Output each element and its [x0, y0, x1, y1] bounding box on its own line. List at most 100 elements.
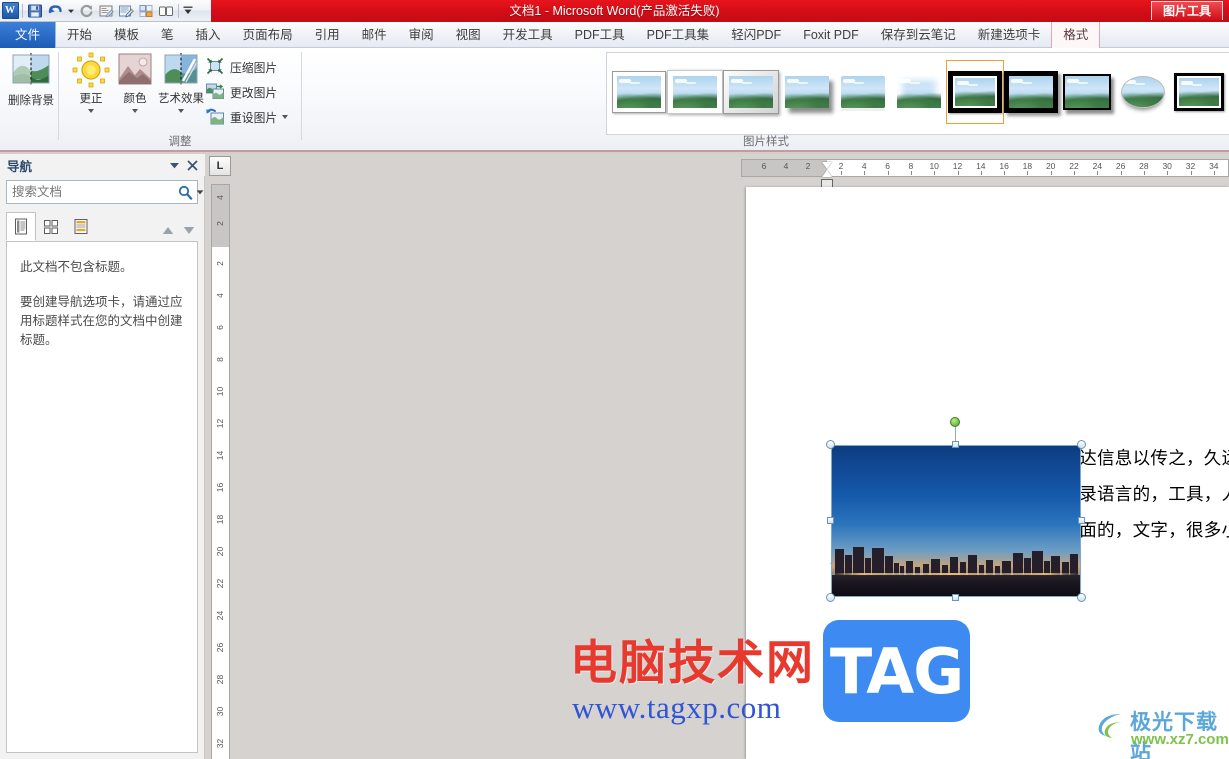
resize-handle-s[interactable] — [952, 594, 959, 601]
style-simple-frame-black[interactable] — [1059, 61, 1115, 123]
headings-tab[interactable] — [6, 212, 36, 241]
triangle-down-icon[interactable] — [183, 226, 195, 235]
thumbnail-image — [785, 76, 829, 108]
picture-styles-gallery[interactable] — [606, 52, 1229, 135]
ribbon-tab-6[interactable]: 引用 — [304, 22, 351, 48]
ribbon-tab-17[interactable]: 格式 — [1051, 22, 1101, 48]
resize-handle-n[interactable] — [952, 441, 959, 448]
ribbon-tab-0[interactable]: 文件 — [0, 22, 56, 48]
reset-picture-dropdown-icon[interactable] — [282, 115, 289, 119]
resize-handle-se[interactable] — [1077, 593, 1086, 602]
chevron-down-icon[interactable] — [165, 156, 183, 174]
style-simple-frame-white[interactable] — [611, 61, 667, 123]
vertical-ruler-tick: 32 — [215, 738, 225, 749]
vertical-ruler-tick: 10 — [215, 386, 225, 397]
thumbnail-image — [1121, 76, 1165, 108]
style-soft-edge-oval[interactable] — [891, 61, 947, 123]
change-picture-button[interactable]: 更改图片 — [206, 80, 277, 104]
edit-icon[interactable] — [116, 1, 136, 21]
undo-icon[interactable] — [45, 1, 65, 21]
style-thick-matte-black[interactable] — [1003, 61, 1059, 123]
ribbon-tab-9[interactable]: 视图 — [445, 22, 492, 48]
book-icon[interactable] — [156, 1, 176, 21]
color-dropdown-icon[interactable] — [132, 109, 138, 113]
artistic-effects-dropdown-icon[interactable] — [178, 109, 184, 113]
ribbon-tab-3[interactable]: 笔 — [150, 22, 185, 48]
vertical-ruler[interactable]: 4 2 2 4 6 8 10 12 14 16 18 20 22 24 26 28 30 32 — [211, 184, 230, 759]
horizontal-ruler[interactable]: 6 4 2 2 4 6 8 10 12 14 16 18 20 22 24 26 28 30 32 34 — [741, 159, 1229, 188]
thumbnail-image — [1177, 76, 1221, 108]
first-line-indent-marker[interactable] — [822, 162, 832, 169]
vertical-ruler-tick: 28 — [215, 674, 225, 685]
compress-pictures-button[interactable]: 压缩图片 — [206, 55, 277, 79]
style-drop-shadow-rectangle[interactable] — [779, 61, 835, 123]
style-double-frame-black[interactable] — [946, 60, 1004, 124]
ribbon-tab-4[interactable]: 插入 — [185, 22, 232, 48]
ribbon-tab-14[interactable]: Foxit PDF — [792, 22, 870, 48]
vertical-ruler-tick: 8 — [215, 357, 225, 362]
triangle-up-icon[interactable] — [162, 226, 174, 235]
remove-background-label: 删除背景 — [8, 95, 54, 107]
ribbon-tab-2[interactable]: 模板 — [103, 22, 150, 48]
resize-handle-w[interactable] — [827, 517, 834, 524]
word-logo-icon[interactable]: W — [0, 1, 20, 21]
horizontal-ruler-tick: 24 — [1092, 161, 1103, 171]
rotate-handle[interactable] — [950, 417, 960, 427]
style-bevel-rectangle[interactable] — [1115, 61, 1171, 123]
horizontal-ruler-tick: 26 — [1115, 161, 1126, 171]
artistic-effects-button[interactable]: 艺术效果 — [150, 51, 212, 125]
ribbon-tabs: 文件 开始 模板笔插入 页面布局 引用 邮件 审阅 视图 开发工具 PDF工具 PDF工具集 轻闪PD… — [0, 22, 1101, 48]
horizontal-ruler-margin-tick: 6 — [761, 161, 767, 171]
quick-access-toolbar[interactable]: W — [0, 0, 211, 22]
vertical-ruler-margin-tick: 4 — [215, 195, 225, 200]
horizontal-ruler-tick: 4 — [861, 161, 867, 171]
quick-print-icon[interactable] — [96, 1, 116, 21]
table-icon[interactable] — [136, 1, 156, 21]
horizontal-ruler-minor-tick — [1167, 171, 1169, 175]
customize-qat-icon[interactable] — [181, 1, 195, 21]
save-icon[interactable] — [25, 1, 45, 21]
ribbon-tab-8[interactable]: 审阅 — [398, 22, 445, 48]
tab-stop-selector-button[interactable]: L — [209, 156, 231, 176]
undo-dropdown-icon[interactable] — [65, 1, 76, 21]
search-input[interactable] — [7, 184, 175, 200]
remove-background-button[interactable]: 删除背景 — [2, 51, 60, 125]
ribbon-tab-11[interactable]: PDF工具 — [564, 22, 636, 48]
ribbon-tab-10[interactable]: 开发工具 — [492, 22, 564, 48]
navigation-search-box[interactable] — [6, 180, 204, 204]
results-tab[interactable] — [66, 212, 96, 241]
reset-picture-icon — [206, 107, 226, 127]
resize-handle-ne[interactable] — [1077, 440, 1086, 449]
style-beveled-oval-black[interactable] — [1171, 61, 1227, 123]
corrections-dropdown-icon[interactable] — [88, 109, 94, 113]
close-icon[interactable] — [183, 156, 201, 174]
resize-handle-e[interactable] — [1078, 517, 1085, 524]
resize-handle-nw[interactable] — [826, 440, 835, 449]
style-reflected-rounded-rectangle[interactable] — [835, 61, 891, 123]
redo-icon[interactable] — [76, 1, 96, 21]
ribbon-tab-5[interactable]: 页面布局 — [232, 22, 304, 48]
ribbon-tab-12[interactable]: PDF工具集 — [636, 22, 721, 48]
search-icon[interactable] — [175, 185, 196, 200]
resize-handle-sw[interactable] — [826, 593, 835, 602]
horizontal-ruler-tick: 30 — [1162, 161, 1172, 171]
picture-style-thumbnail — [841, 76, 885, 108]
ribbon-tab-7[interactable]: 邮件 — [351, 22, 398, 48]
horizontal-ruler-minor-tick — [841, 171, 842, 175]
horizontal-ruler-minor-tick — [887, 171, 889, 175]
style-beveled-matte-white[interactable] — [667, 61, 723, 123]
hanging-indent-marker[interactable] — [822, 170, 832, 177]
picture-style-thumbnail — [1063, 74, 1111, 110]
reset-picture-button[interactable]: 重设图片 — [206, 105, 289, 129]
ribbon-tab-13[interactable]: 轻闪PDF — [720, 22, 792, 48]
ribbon-tab-16[interactable]: 新建选项卡 — [967, 22, 1052, 48]
pages-tab[interactable] — [36, 212, 66, 241]
vertical-ruler-tick: 18 — [215, 514, 225, 525]
compress-pictures-label: 压缩图片 — [230, 60, 278, 75]
document-page[interactable]: 、文字是人类用表义符号记录表达信息以传之，久远的方式和工具。现代文字多是记录语言… — [746, 187, 1229, 759]
ribbon-tab-1[interactable]: 开始 — [56, 22, 103, 48]
selected-picture-container[interactable] — [826, 417, 1086, 602]
style-metal-frame[interactable] — [723, 61, 779, 123]
horizontal-ruler-margin-tick: 2 — [805, 161, 811, 171]
ribbon-tab-15[interactable]: 保存到云笔记 — [870, 22, 967, 48]
